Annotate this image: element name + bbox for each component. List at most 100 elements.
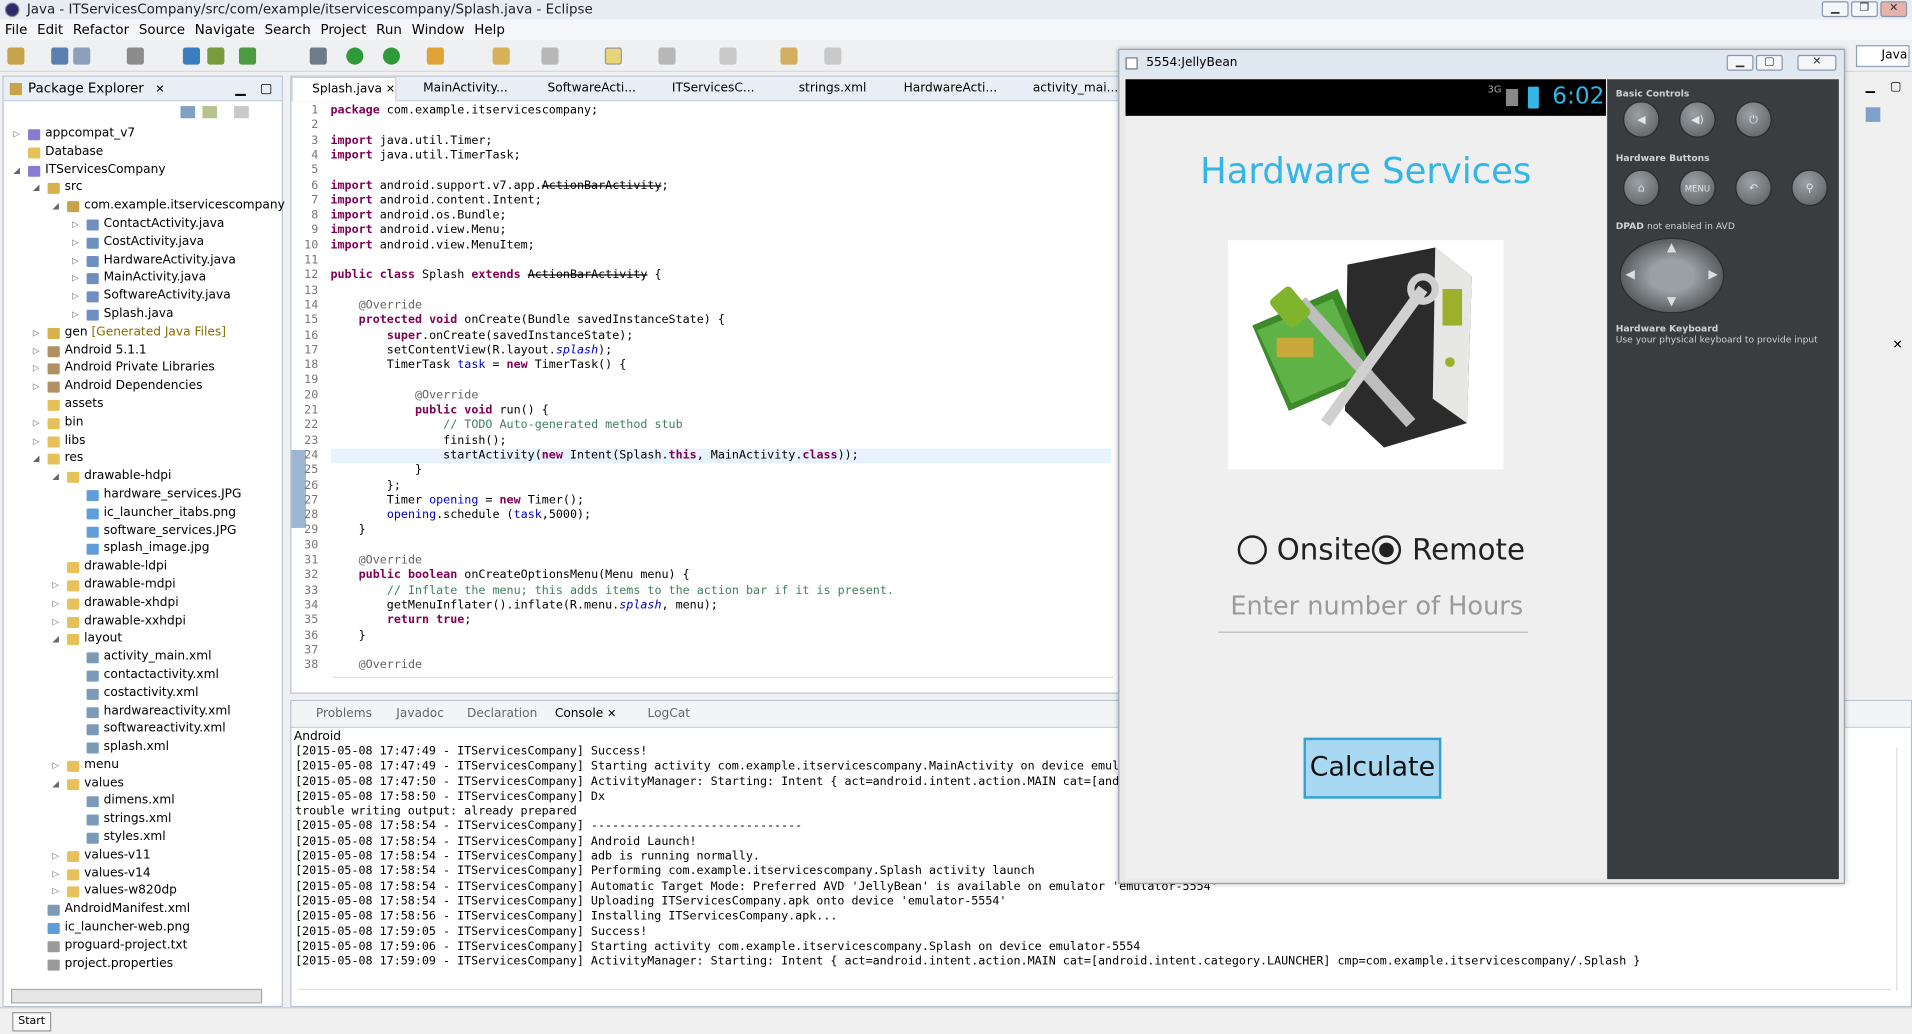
run-external-icon[interactable] (382, 47, 400, 65)
collapsed-arrow-icon[interactable]: ▷ (52, 577, 59, 595)
print-icon[interactable] (126, 47, 144, 65)
code-line[interactable]: public class Splash extends ActionBarAct… (330, 269, 661, 284)
maximize-view-icon[interactable]: ▢ (1890, 80, 1902, 93)
tree-item[interactable]: hardwareactivity.xml (4, 703, 282, 721)
code-line[interactable]: startActivity(new Intent(Splash.this, Ma… (330, 448, 1111, 464)
code-line[interactable]: import java.util.TimerTask; (330, 149, 520, 164)
tree-item[interactable]: ic_launcher-web.png (4, 919, 282, 937)
tree-item[interactable]: ▷ Android 5.1.1 (4, 342, 282, 360)
dpad-right-icon[interactable]: ▶ (1708, 268, 1717, 281)
maximize-view-icon[interactable]: ▢ (260, 77, 273, 101)
collapsed-arrow-icon[interactable]: ▷ (72, 270, 79, 288)
code-line[interactable]: import android.view.MenuItem; (330, 239, 534, 254)
tree-item[interactable]: ▷ Splash.java (4, 306, 282, 324)
code-line[interactable]: protected void onCreate(Bundle savedInst… (330, 314, 725, 329)
dpad-down-icon[interactable]: ▼ (1667, 295, 1676, 308)
collapsed-arrow-icon[interactable]: ▷ (33, 414, 40, 432)
horizontal-scrollbar[interactable] (10, 988, 263, 1004)
tree-item[interactable]: hardware_services.JPG (4, 486, 282, 504)
tree-item[interactable]: ▷ values-v11 (4, 847, 282, 865)
search-icon[interactable] (541, 47, 559, 65)
open-type-icon[interactable] (492, 47, 510, 65)
onsite-label[interactable]: Onsite (1277, 533, 1371, 567)
code-line[interactable]: @Override (330, 389, 478, 404)
close-button[interactable]: ✕ (1880, 1, 1908, 18)
code-line[interactable]: import android.support.v7.app.ActionBarA… (330, 179, 668, 194)
tree-item[interactable]: AndroidManifest.xml (4, 901, 282, 919)
code-line[interactable]: }; (330, 479, 401, 494)
remote-radio[interactable] (1371, 535, 1402, 565)
tree-item[interactable]: ▷ drawable-mdpi (4, 577, 282, 595)
close-tab-icon[interactable]: ✕ (155, 84, 164, 96)
code-line[interactable]: import android.view.Menu; (330, 224, 506, 239)
collapsed-arrow-icon[interactable]: ▷ (33, 360, 40, 378)
tree-item[interactable]: software_services.JPG (4, 523, 282, 541)
minimize-button[interactable]: ▁ (1821, 1, 1849, 18)
hours-input[interactable]: Enter number of Hours (1218, 584, 1528, 633)
menu-run[interactable]: Run (371, 20, 406, 41)
expanded-arrow-icon[interactable]: ◢ (52, 631, 59, 649)
home-icon[interactable]: ⌂ (1623, 169, 1660, 207)
collapsed-arrow-icon[interactable]: ▷ (72, 306, 79, 324)
minimize-view-icon[interactable]: ▁ (1866, 80, 1875, 93)
tab-itservicescompany[interactable]: ITServicesC... (652, 77, 762, 101)
download-icon[interactable] (182, 47, 200, 65)
close-tab-icon[interactable]: ✕ (607, 708, 616, 720)
device-screen[interactable]: 3G 6:02 Hardware Services Onsite Remote … (1125, 79, 1606, 880)
tree-item[interactable]: ◢ drawable-hdpi (4, 468, 282, 486)
code-line[interactable]: @Override (330, 554, 422, 569)
expanded-arrow-icon[interactable]: ◢ (13, 162, 20, 180)
search-icon[interactable]: ⚲ (1791, 169, 1828, 207)
tree-item[interactable]: drawable-ldpi (4, 559, 282, 577)
collapsed-arrow-icon[interactable]: ▷ (13, 126, 20, 144)
run-icon[interactable] (346, 47, 364, 65)
tree-item[interactable]: ▷ HardwareActivity.java (4, 252, 282, 270)
code-line[interactable]: finish(); (330, 434, 506, 449)
save-icon[interactable] (51, 47, 69, 65)
collapsed-arrow-icon[interactable]: ▷ (33, 378, 40, 396)
collapsed-arrow-icon[interactable]: ▷ (72, 234, 79, 252)
emulator-maximize-button[interactable]: ▢ (1755, 54, 1783, 71)
tree-item[interactable]: ◢ layout (4, 631, 282, 649)
code-area[interactable]: 1 package com.example.itservicescompany; 2… (291, 104, 1118, 677)
tree-item[interactable]: Database (4, 144, 282, 162)
collapsed-arrow-icon[interactable]: ▷ (52, 865, 59, 883)
tree-item[interactable]: styles.xml (4, 829, 282, 847)
tree-item[interactable]: ▷ ContactActivity.java (4, 216, 282, 234)
calculate-button[interactable]: Calculate (1303, 737, 1442, 799)
collapsed-arrow-icon[interactable]: ▷ (52, 595, 59, 613)
tree-item[interactable]: ◢ src (4, 180, 282, 198)
collapsed-arrow-icon[interactable]: ▷ (52, 613, 59, 631)
code-line[interactable]: import java.util.Timer; (330, 134, 492, 149)
menu-source[interactable]: Source (134, 20, 190, 41)
code-line[interactable]: public void run() { (330, 404, 549, 419)
menu-file[interactable]: File (0, 20, 32, 41)
tree-item[interactable]: ▷ bin (4, 414, 282, 432)
tree-item[interactable]: ▷ SoftwareActivity.java (4, 288, 282, 306)
tree-item[interactable]: assets (4, 396, 282, 414)
collapsed-arrow-icon[interactable]: ▷ (33, 342, 40, 360)
code-line[interactable]: return true; (330, 614, 472, 629)
android-sdk-icon[interactable] (207, 47, 225, 65)
power-icon[interactable]: ⏻ (1735, 101, 1772, 138)
volume-down-icon[interactable]: ◀ (1623, 101, 1660, 138)
back-icon[interactable]: ↶ (1735, 169, 1772, 207)
package-explorer-tab[interactable]: Package Explorer ✕ ▁ ▢ (3, 76, 282, 102)
tree-item[interactable]: ▷ appcompat_v7 (4, 126, 282, 144)
tab-hardwareactivity[interactable]: HardwareActi... (884, 77, 1001, 101)
collapsed-arrow-icon[interactable]: ▷ (72, 252, 79, 270)
annotation-icon[interactable] (719, 47, 737, 65)
collapsed-arrow-icon[interactable]: ▷ (72, 216, 79, 234)
tab-mainactivity[interactable]: MainActivity... (404, 77, 514, 101)
collapsed-arrow-icon[interactable]: ▷ (33, 432, 40, 450)
menu-window[interactable]: Window (407, 20, 470, 41)
code-line[interactable]: public boolean onCreateOptionsMenu(Menu … (330, 569, 690, 584)
emulator-close-button[interactable]: ✕ (1797, 54, 1837, 71)
tab-console[interactable]: Console ✕ (535, 701, 617, 728)
console-hscrollbar[interactable] (298, 988, 1892, 1001)
maximize-button[interactable]: ❐ (1851, 1, 1878, 18)
tree-item[interactable]: project.properties (4, 956, 282, 974)
tree-item[interactable]: ◢ ITServicesCompany (4, 162, 282, 180)
code-line[interactable]: import android.content.Intent; (330, 194, 541, 209)
debug-icon[interactable] (309, 47, 327, 65)
